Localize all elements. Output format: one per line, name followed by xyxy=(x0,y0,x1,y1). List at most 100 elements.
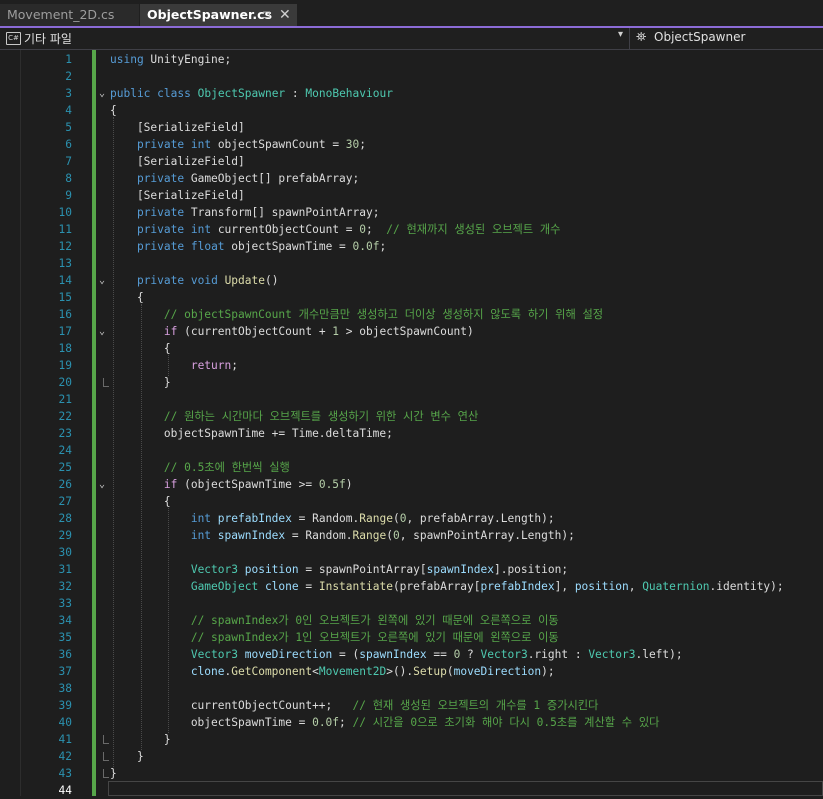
code-line[interactable]: 39 currentObjectCount++; // 현재 생성된 오브젝트의… xyxy=(0,697,823,714)
project-dropdown[interactable]: 기타 파일 xyxy=(24,30,72,47)
code-token: // spawnIndex가 0인 오브젝트가 왼쪽에 있기 때문에 오른쪽으로… xyxy=(190,614,559,627)
line-number: 30 xyxy=(58,546,72,559)
chevron-down-icon[interactable]: ▾ xyxy=(618,29,623,40)
code-line[interactable]: 8 private GameObject[] prefabArray; xyxy=(0,170,823,187)
fold-toggle-icon[interactable]: ⌄ xyxy=(99,476,105,493)
code-line[interactable]: 24 xyxy=(0,442,823,459)
code-line[interactable]: 29 int spawnIndex = Random.Range(0, spaw… xyxy=(0,527,823,544)
fold-toggle-icon[interactable]: ⌄ xyxy=(99,272,105,289)
code-line[interactable]: 42 } xyxy=(0,748,823,765)
code-token: objectSpawnTime += Time.deltaTime; xyxy=(110,427,393,440)
code-line[interactable]: 22 // 원하는 시간마다 오브젝트를 생성하기 위한 시간 변수 연산 xyxy=(0,408,823,425)
code-token: = Random. xyxy=(291,512,360,525)
code-line[interactable]: 18 { xyxy=(0,340,823,357)
fold-toggle-icon[interactable]: ⌄ xyxy=(99,323,105,340)
code-token: // objectSpawnCount 개수만큼만 생성하고 더이상 생성하지 … xyxy=(163,308,604,321)
code-token: = spawnPointArray[ xyxy=(298,563,427,576)
code-line[interactable]: 10 private Transform[] spawnPointArray; xyxy=(0,204,823,221)
line-number: 20 xyxy=(58,376,72,389)
code-line[interactable]: 19 return; xyxy=(0,357,823,374)
code-line[interactable]: 9 [SerializeField] xyxy=(0,187,823,204)
code-line[interactable]: 27 { xyxy=(0,493,823,510)
code-line[interactable]: 44 xyxy=(0,782,823,799)
code-line[interactable]: 25 // 0.5초에 한번씩 실행 xyxy=(0,459,823,476)
code-token: = Random. xyxy=(285,529,353,542)
code-token: 0.0f xyxy=(312,716,340,729)
line-number: 32 xyxy=(58,580,72,593)
indent-guide xyxy=(168,355,169,376)
code-line[interactable]: 30 xyxy=(0,544,823,561)
code-line[interactable]: 4{ xyxy=(0,102,823,119)
tab-object-spawner[interactable]: ObjectSpawner.cs ⊐ ✕ xyxy=(140,4,297,26)
code-line[interactable]: 28 int prefabIndex = Random.Range(0, pre… xyxy=(0,510,823,527)
code-text: private void Update() xyxy=(110,272,279,289)
code-line[interactable]: 5 [SerializeField] xyxy=(0,119,823,136)
code-line[interactable]: 21 xyxy=(0,391,823,408)
code-line[interactable]: 17 ⌄ if (currentObjectCount + 1 > objectS… xyxy=(0,323,823,340)
code-line[interactable]: 3 ⌄ public class ObjectSpawner : MonoBehav… xyxy=(0,85,823,102)
code-line[interactable]: 11 private int currentObjectCount = 0; /… xyxy=(0,221,823,238)
code-line[interactable]: 26 ⌄ if (objectSpawnTime >= 0.5f) xyxy=(0,476,823,493)
code-line[interactable]: 36 Vector3 moveDirection = (spawnIndex =… xyxy=(0,646,823,663)
code-token: // spawnIndex가 1인 오브젝트가 오른쪽에 있기 때문에 왼쪽으로… xyxy=(190,631,559,644)
code-token: Vector3 xyxy=(190,563,238,576)
indent-guide xyxy=(141,304,142,750)
code-text: [SerializeField] xyxy=(110,187,245,204)
code-token: moveDirection xyxy=(244,648,333,661)
code-line[interactable]: 14 ⌄ private void Update() xyxy=(0,272,823,289)
code-line[interactable]: 35 // spawnIndex가 1인 오브젝트가 오른쪽에 있기 때문에 왼… xyxy=(0,629,823,646)
code-token: using xyxy=(110,53,144,66)
outline-end-marker xyxy=(103,378,109,387)
code-text: // 0.5초에 한번씩 실행 xyxy=(110,459,290,476)
line-number: 3 xyxy=(65,87,72,100)
line-number: 38 xyxy=(58,682,72,695)
code-token: int xyxy=(190,529,212,542)
code-line[interactable]: 34 // spawnIndex가 0인 오브젝트가 왼쪽에 있기 때문에 오른… xyxy=(0,612,823,629)
code-line[interactable]: 13 xyxy=(0,255,823,272)
code-text: { xyxy=(110,289,144,306)
code-line[interactable]: 43} xyxy=(0,765,823,782)
code-token: int xyxy=(190,223,212,236)
line-number: 8 xyxy=(65,172,72,185)
tab-movement-2d[interactable]: Movement_2D.cs xyxy=(0,4,139,26)
code-token: // 0.5초에 한번씩 실행 xyxy=(163,461,290,474)
code-line[interactable]: 16 // objectSpawnCount 개수만큼만 생성하고 더이상 생성… xyxy=(0,306,823,323)
code-line[interactable]: 20 } xyxy=(0,374,823,391)
code-line[interactable]: 38 xyxy=(0,680,823,697)
close-icon[interactable]: ✕ xyxy=(279,4,291,26)
line-number: 34 xyxy=(58,614,72,627)
code-line[interactable]: 6 private int objectSpawnCount = 30; xyxy=(0,136,823,153)
code-token: GetComponent xyxy=(231,665,313,678)
code-token: ; xyxy=(366,223,387,236)
code-line[interactable]: 12 private float objectSpawnTime = 0.0f; xyxy=(0,238,823,255)
code-line[interactable]: 40 objectSpawnTime = 0.0f; // 시간을 0으로 초기… xyxy=(0,714,823,731)
code-line[interactable]: 15 { xyxy=(0,289,823,306)
line-number: 41 xyxy=(58,733,72,746)
pin-icon[interactable]: ⊐ xyxy=(262,4,271,26)
code-token: Quaternion xyxy=(642,580,710,593)
fold-toggle-icon[interactable]: ⌄ xyxy=(99,85,105,102)
code-token: Setup xyxy=(413,665,447,678)
code-editor[interactable]: 1 using UnityEngine; 2 3 ⌄ public class Objec… xyxy=(0,50,823,799)
code-line[interactable]: 2 xyxy=(0,68,823,85)
code-line[interactable]: 23 objectSpawnTime += Time.deltaTime; xyxy=(0,425,823,442)
code-line[interactable]: 7 [SerializeField] xyxy=(0,153,823,170)
code-line[interactable]: 33 xyxy=(0,595,823,612)
code-token: Vector3 xyxy=(190,648,238,661)
line-number: 14 xyxy=(58,274,72,287)
code-token: == xyxy=(426,648,454,661)
code-line[interactable]: 32 GameObject clone = Instantiate(prefab… xyxy=(0,578,823,595)
code-line[interactable]: 1 using UnityEngine; xyxy=(0,51,823,68)
code-line[interactable]: 37 clone.GetComponent<Movement2D>().Setu… xyxy=(0,663,823,680)
code-text: Vector3 moveDirection = (spawnIndex == 0… xyxy=(110,646,683,663)
class-dropdown[interactable]: ObjectSpawner xyxy=(654,30,745,44)
code-line[interactable]: 31 Vector3 position = spawnPointArray[sp… xyxy=(0,561,823,578)
code-token: public xyxy=(110,87,151,100)
code-line[interactable]: 41 } xyxy=(0,731,823,748)
